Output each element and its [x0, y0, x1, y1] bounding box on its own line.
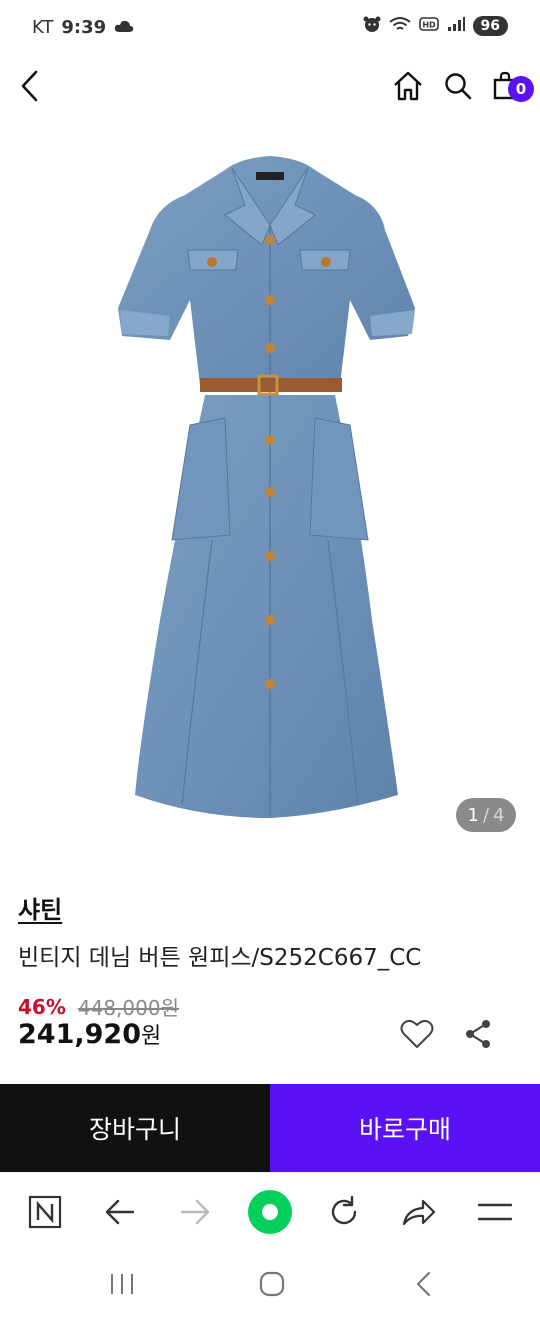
forward-share-icon [402, 1199, 436, 1226]
heart-icon [400, 1019, 434, 1048]
search-button[interactable] [438, 66, 478, 106]
cart-button[interactable]: 0 [486, 66, 534, 106]
denim-dress-image [118, 156, 415, 818]
recent-apps-button[interactable] [100, 1264, 144, 1304]
status-left: KT 9:39 [32, 17, 134, 38]
system-nav-bar [0, 1250, 540, 1320]
signal-icon [447, 16, 465, 36]
product-name: 빈티지 데님 버튼 원피스/S252C667_CC [18, 945, 422, 971]
hd-icon: HD [418, 16, 439, 36]
add-to-cart-button[interactable]: 장바구니 [0, 1084, 270, 1172]
browser-toolbar [0, 1172, 540, 1250]
product-image[interactable]: 1 / 4 [0, 120, 540, 860]
carrier: KT [32, 17, 54, 38]
image-index: 1 [467, 804, 479, 826]
image-counter: 1 / 4 [456, 798, 516, 832]
arrow-right-icon [180, 1199, 210, 1225]
home-icon [394, 71, 422, 101]
green-dot-button[interactable] [247, 1189, 293, 1235]
page-share-button[interactable] [396, 1189, 442, 1235]
brand-link[interactable]: 샤틴 [18, 890, 62, 925]
naver-icon [28, 1195, 62, 1229]
system-home-button[interactable] [250, 1264, 294, 1304]
arrow-left-icon [105, 1199, 135, 1225]
sale-price: 241,920원 [18, 1018, 161, 1050]
search-icon [445, 73, 472, 100]
discount-row: 46% 448,000원 [18, 992, 179, 1021]
share-icon [466, 1020, 490, 1048]
status-right: HD 96 [363, 16, 508, 36]
cart-count-badge: 0 [508, 76, 534, 102]
discount-rate: 46% [18, 994, 66, 1019]
refresh-button[interactable] [321, 1189, 367, 1235]
browser-menu-button[interactable] [472, 1189, 518, 1235]
menu-icon [478, 1203, 512, 1221]
browser-forward-button[interactable] [172, 1189, 218, 1235]
battery-indicator: 96 [472, 16, 508, 36]
back-button[interactable] [10, 66, 50, 106]
app-header: 0 [0, 58, 540, 116]
buy-now-button[interactable]: 바로구매 [270, 1084, 540, 1172]
status-bar: KT 9:39 HD 96 [0, 0, 540, 58]
price-value: 241,920 [18, 1019, 141, 1050]
recent-apps-icon [111, 1274, 133, 1294]
refresh-icon [331, 1195, 357, 1225]
cloud-icon [114, 17, 134, 38]
browser-back-button[interactable] [97, 1189, 143, 1235]
clock: 9:39 [61, 17, 107, 38]
wishlist-button[interactable] [397, 1014, 437, 1054]
image-separator: / [482, 804, 490, 826]
home-circle-icon [259, 1271, 285, 1297]
system-back-button[interactable] [402, 1264, 446, 1304]
share-button[interactable] [458, 1014, 498, 1054]
original-price: 448,000원 [77, 996, 179, 1020]
green-dot-icon [248, 1190, 292, 1234]
nav-back-icon [416, 1271, 431, 1297]
price-unit: 원 [140, 1024, 162, 1049]
face-icon [363, 16, 381, 36]
naver-home-button[interactable] [22, 1189, 68, 1235]
svg-text:HD: HD [422, 21, 436, 30]
back-icon [21, 70, 38, 102]
wifi-icon [388, 16, 411, 36]
image-total: 4 [493, 804, 505, 826]
purchase-bar: 장바구니 바로구매 [0, 1084, 540, 1172]
home-button[interactable] [388, 66, 428, 106]
